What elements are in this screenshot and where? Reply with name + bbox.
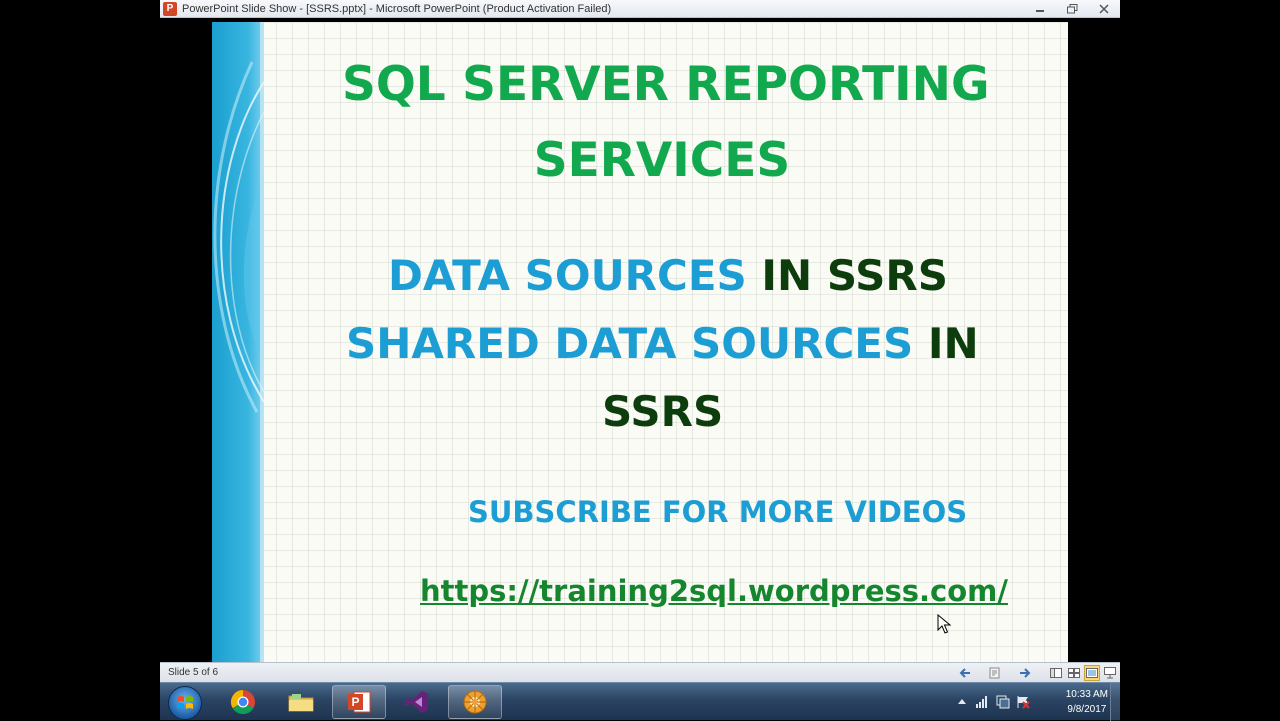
show-desktop-button[interactable]	[1110, 683, 1120, 721]
start-button[interactable]	[168, 686, 202, 720]
taskbar-file-explorer[interactable]	[274, 685, 328, 719]
taskbar-visual-studio[interactable]	[390, 685, 444, 719]
taskbar-clock[interactable]: 10:33 AM 9/8/2017	[1066, 687, 1108, 717]
topic-line-1-highlight: DATA SOURCES	[388, 251, 747, 300]
slide-show-status-bar: Slide 5 of 6	[160, 662, 1120, 682]
slide-sorter-icon	[1068, 668, 1080, 678]
topic-line-3: SSRS	[602, 387, 724, 436]
file-explorer-icon	[288, 694, 314, 712]
slide-menu-button[interactable]	[986, 665, 1004, 681]
reading-view-button[interactable]	[1084, 665, 1100, 681]
app-icon-letter: P	[166, 3, 174, 14]
topic-line-2-rest: IN	[913, 319, 979, 368]
system-tray: 10:33 AM 9/8/2017	[940, 683, 1120, 721]
powerpoint-window: P PowerPoint Slide Show - [SSRS.pptx] - …	[160, 0, 1120, 721]
windows-start-icon	[177, 696, 193, 709]
subscribe-text: SUBSCRIBE FOR MORE VIDEOS	[468, 495, 968, 529]
restore-button[interactable]	[1056, 0, 1088, 18]
svg-text:P: P	[351, 695, 359, 709]
slide-title-line-2: SERVICES	[533, 133, 791, 188]
previous-slide-button[interactable]	[956, 665, 974, 681]
slide-counter: Slide 5 of 6	[168, 667, 219, 678]
title-bar[interactable]: P PowerPoint Slide Show - [SSRS.pptx] - …	[160, 0, 1120, 18]
topic-line-1-rest: IN SSRS	[746, 251, 949, 300]
clock-time: 10:33 AM	[1065, 689, 1108, 700]
restore-icon	[1066, 4, 1077, 14]
topic-line-1: DATA SOURCES IN SSRS	[388, 250, 948, 302]
tray-display-icon[interactable]	[996, 695, 1010, 709]
slide-show-icon	[1104, 667, 1116, 679]
powerpoint-app-icon[interactable]: P	[163, 1, 177, 16]
blog-link[interactable]: https://training2sql.wordpress.com/	[420, 572, 1008, 610]
minimize-button[interactable]	[1024, 0, 1056, 18]
powerpoint-icon: P	[348, 691, 371, 713]
window-title: PowerPoint Slide Show - [SSRS.pptx] - Mi…	[182, 2, 612, 15]
slide-show-button[interactable]	[1102, 665, 1118, 681]
slide[interactable]: SQL SERVER REPORTING SERVICES DATA SOURC…	[212, 22, 1068, 662]
topic-line-2: SHARED DATA SOURCES IN	[346, 318, 979, 370]
tray-arrow-icon[interactable]	[958, 698, 966, 704]
decorative-swirl-band	[212, 22, 264, 662]
reading-view-icon	[1086, 668, 1098, 678]
clock-date: 9/8/2017	[1067, 704, 1107, 715]
taskbar-chrome[interactable]	[216, 685, 270, 719]
slide-title-line-1: SQL SERVER REPORTING	[342, 57, 990, 112]
normal-view-button[interactable]	[1048, 665, 1064, 681]
topic-line-2-highlight: SHARED DATA SOURCES	[346, 319, 914, 368]
taskbar-powerpoint[interactable]: P	[332, 685, 386, 719]
windows-taskbar: P 10:33 AM 9/8/2017	[160, 682, 1120, 721]
close-icon	[1099, 4, 1109, 14]
taskbar-sql-tool[interactable]	[448, 685, 502, 719]
arrow-left-icon	[959, 668, 970, 678]
chrome-icon	[230, 690, 255, 715]
minimize-icon	[1036, 10, 1044, 12]
normal-view-icon	[1050, 668, 1062, 678]
visual-studio-icon	[405, 691, 428, 713]
mouse-cursor-icon	[937, 614, 951, 634]
window-controls	[1024, 0, 1120, 18]
next-slide-button[interactable]	[1016, 665, 1034, 681]
slide-sorter-button[interactable]	[1066, 665, 1082, 681]
close-button[interactable]	[1088, 0, 1120, 18]
network-icon[interactable]	[976, 696, 988, 708]
sql-tool-icon	[463, 690, 487, 714]
tray-flag-icon[interactable]	[1016, 695, 1030, 709]
slide-menu-icon	[989, 667, 1000, 679]
arrow-right-icon	[1020, 668, 1031, 678]
slide-show-area[interactable]: SQL SERVER REPORTING SERVICES DATA SOURC…	[160, 18, 1120, 662]
